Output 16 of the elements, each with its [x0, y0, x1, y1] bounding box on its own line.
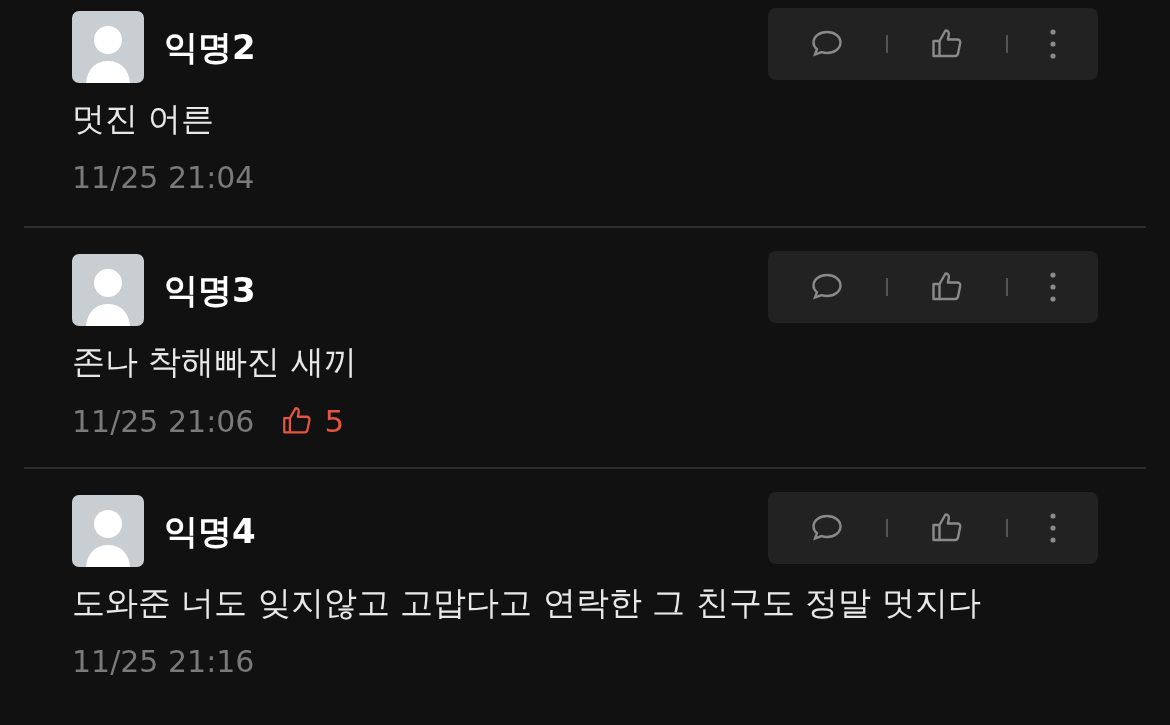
comment-text: 도와준 너도 잊지않고 고맙다고 연락한 그 친구도 정말 멋지다	[72, 582, 982, 624]
author-name: 익명4	[164, 509, 256, 553]
more-icon[interactable]	[1049, 26, 1058, 62]
avatar-icon	[72, 11, 144, 83]
author-name: 익명3	[164, 268, 256, 312]
comment-time: 11/25 21:16	[72, 643, 255, 681]
more-icon[interactable]	[1049, 510, 1058, 546]
comment-time: 11/25 21:06	[72, 402, 255, 441]
like-count: 5	[324, 402, 345, 441]
author-name: 익명2	[164, 25, 256, 69]
more-icon[interactable]	[1049, 269, 1058, 305]
avatar-icon	[72, 495, 144, 567]
avatar-icon	[72, 254, 144, 326]
comment-time: 11/25 21:04	[72, 159, 255, 197]
comment-text: 멋진 어른	[72, 98, 216, 140]
comment-text: 존나 착해빠진 새끼	[72, 341, 358, 383]
